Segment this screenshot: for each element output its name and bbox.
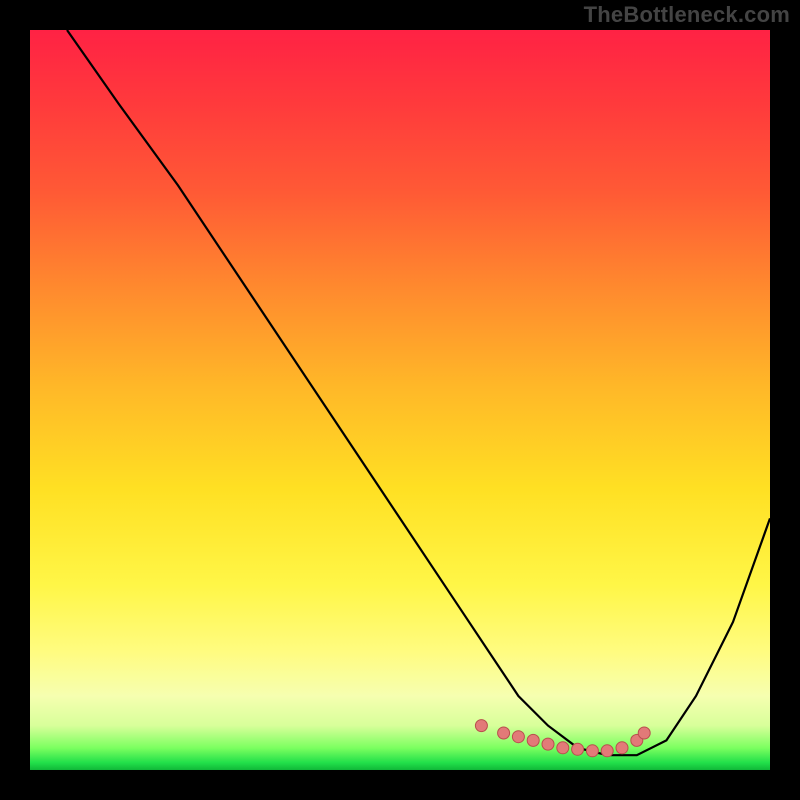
- highlight-dot: [616, 742, 628, 754]
- highlight-dot: [638, 727, 650, 739]
- highlight-dot: [527, 734, 539, 746]
- highlight-dots-group: [475, 720, 650, 757]
- highlight-dot: [512, 731, 524, 743]
- highlight-dot: [475, 720, 487, 732]
- highlight-dot: [542, 738, 554, 750]
- highlight-dot: [586, 745, 598, 757]
- highlight-dot: [572, 743, 584, 755]
- highlight-dot: [557, 742, 569, 754]
- chart-frame: TheBottleneck.com: [0, 0, 800, 800]
- highlight-dot: [498, 727, 510, 739]
- bottleneck-curve: [67, 30, 770, 755]
- watermark-text: TheBottleneck.com: [584, 2, 790, 28]
- plot-area: [30, 30, 770, 770]
- highlight-dot: [601, 745, 613, 757]
- chart-svg: [30, 30, 770, 770]
